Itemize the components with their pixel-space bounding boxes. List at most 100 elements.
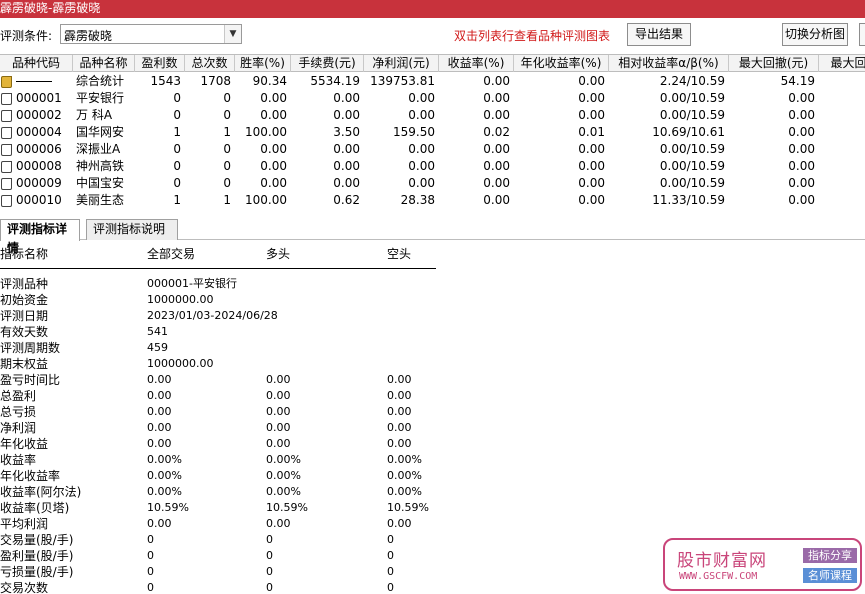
column-header-win[interactable]: 盈利数 (135, 55, 185, 72)
detail-value-short: 0.00 (387, 373, 412, 386)
row-relative: 11.33/10.59 (652, 193, 725, 207)
column-header-return[interactable]: 收益率(%) (439, 55, 514, 72)
detail-header-name: 指标名称 (0, 247, 49, 261)
row-win: 0 (173, 159, 181, 173)
detail-value-all: 0.00% (147, 453, 182, 466)
detail-indicator-name: 总亏损 (0, 405, 37, 419)
window-title: 霹雳破晓-霹雳破晓 (0, 0, 865, 18)
detail-row: 有效天数 541 (0, 324, 440, 340)
table-row[interactable]: 000002 万 科A 0 0 0.00 0.00 0.00 0.00 0.00 0.00/10.… (0, 107, 865, 124)
detail-row: 期末权益 1000000.00 (0, 356, 440, 372)
column-header-fee[interactable]: 手续费(元) (291, 55, 364, 72)
grid-header: 品种代码 品种名称 盈利数 总次数 胜率(%) 手续费(元) 净利润(元) 收益… (0, 54, 865, 72)
detail-value-long: 0 (266, 549, 273, 562)
detail-indicator-name: 年化收益率 (0, 469, 61, 483)
detail-value-short: 0.00% (387, 469, 422, 482)
row-return: 0.00 (483, 193, 510, 207)
column-header-relative[interactable]: 相对收益率α/β(%) (609, 55, 729, 72)
toolbar: 评测条件: 霹雳破晓 ▼ 双击列表行查看品种评测图表 导出结果 切换分析图 (0, 18, 865, 52)
detail-value-short: 0 (387, 581, 394, 594)
export-button[interactable]: 导出结果 (627, 23, 691, 46)
chevron-down-icon[interactable]: ▼ (224, 25, 241, 43)
detail-row: 平均利润 0.00 0.00 0.00 (0, 516, 440, 532)
condition-select[interactable]: 霹雳破晓 ▼ (60, 24, 242, 44)
detail-row: 盈利量(股/手) 0 0 0 (0, 548, 440, 564)
row-fee: 3.50 (333, 125, 360, 139)
column-header-drawdown-2[interactable]: 最大回 (819, 55, 865, 72)
row-code-cell: 000010 (0, 192, 73, 209)
row-annual: 0.00 (578, 176, 605, 190)
column-header-drawdown[interactable]: 最大回撤(元) (729, 55, 819, 72)
row-fee: 0.00 (333, 142, 360, 156)
row-name: 深振业A (76, 142, 121, 156)
row-total: 0 (223, 108, 231, 122)
column-header-net[interactable]: 净利润(元) (364, 55, 439, 72)
detail-row: 收益率(阿尔法) 0.00% 0.00% 0.00% (0, 484, 440, 500)
row-rate: 0.00 (260, 108, 287, 122)
switch-chart-button[interactable]: 切换分析图 (782, 23, 848, 46)
row-code: 000008 (16, 159, 62, 173)
logo-tag-indicator: 指标分享 (803, 548, 857, 563)
column-header-code[interactable]: 品种代码 (0, 55, 73, 72)
detail-indicator-name: 评测周期数 (0, 341, 61, 355)
row-net: 159.50 (393, 125, 435, 139)
detail-indicator-name: 亏损量(股/手) (0, 565, 74, 579)
column-header-rate[interactable]: 胜率(%) (235, 55, 291, 72)
row-drawdown: 0.00 (788, 176, 815, 190)
summary-fee: 5534.19 (310, 74, 360, 88)
row-code: 000010 (16, 193, 62, 207)
detail-row: 评测周期数 459 (0, 340, 440, 356)
detail-row: 年化收益 0.00 0.00 0.00 (0, 436, 440, 452)
row-win: 1 (173, 193, 181, 207)
detail-value-long: 0.00 (266, 421, 291, 434)
row-relative: 0.00/10.59 (659, 142, 725, 156)
table-row[interactable]: 000004 国华网安 1 1 100.00 3.50 159.50 0.02 0.01 10.6… (0, 124, 865, 141)
row-rate: 0.00 (260, 142, 287, 156)
detail-indicator-name: 收益率(贝塔) (0, 501, 70, 515)
row-total: 1 (223, 125, 231, 139)
row-name: 国华网安 (76, 125, 125, 139)
detail-value-long: 10.59% (266, 501, 308, 514)
detail-indicator-name: 交易次数 (0, 581, 49, 594)
detail-indicator-name: 净利润 (0, 421, 37, 435)
condition-label: 评测条件: (0, 29, 53, 43)
row-rate: 0.00 (260, 159, 287, 173)
row-name: 美丽生态 (76, 193, 125, 207)
detail-row: 年化收益率 0.00% 0.00% 0.00% (0, 468, 440, 484)
row-relative: 0.00/10.59 (659, 108, 725, 122)
table-row[interactable]: 000006 深振业A 0 0 0.00 0.00 0.00 0.00 0.00 0.00/10.… (0, 141, 865, 158)
column-header-total[interactable]: 总次数 (185, 55, 235, 72)
column-header-name[interactable]: 品种名称 (73, 55, 135, 72)
table-row[interactable]: 000009 中国宝安 0 0 0.00 0.00 0.00 0.00 0.00 0.00/10.… (0, 175, 865, 192)
row-code-cell: 000001 (0, 90, 73, 107)
row-annual: 0.00 (578, 108, 605, 122)
document-icon (1, 144, 12, 156)
column-header-annual[interactable]: 年化收益率(%) (514, 55, 609, 72)
detail-value-long: 0 (266, 581, 273, 594)
tab-indicator-detail[interactable]: 评测指标详情 (0, 219, 80, 255)
logo-tag-course: 名师课程 (803, 568, 857, 583)
row-code-cell: 000002 (0, 107, 73, 124)
detail-value-all: 541 (147, 325, 168, 338)
detail-indicator-name: 盈利量(股/手) (0, 549, 74, 563)
table-row[interactable]: 000001 平安银行 0 0 0.00 0.00 0.00 0.00 0.00 0.00/10.… (0, 90, 865, 107)
row-name: 万 科A (76, 108, 113, 122)
tab-indicator-description[interactable]: 评测指标说明 (86, 219, 178, 240)
row-drawdown: 0.00 (788, 91, 815, 105)
summary-row[interactable]: 综合统计 1543 1708 90.34 5534.19 139753.81 0… (0, 73, 865, 90)
detail-indicator-name: 期末权益 (0, 357, 49, 371)
detail-row: 交易次数 0 0 0 (0, 580, 440, 594)
row-code: 000009 (16, 176, 62, 190)
detail-value-short: 0 (387, 565, 394, 578)
detail-header-long: 多头 (266, 247, 291, 261)
hint-text: 双击列表行查看品种评测图表 (454, 29, 611, 43)
row-fee: 0.62 (333, 193, 360, 207)
row-annual: 0.00 (578, 91, 605, 105)
detail-indicator-name: 年化收益 (0, 437, 49, 451)
table-row[interactable]: 000010 美丽生态 1 1 100.00 0.62 28.38 0.00 0.00 11.33… (0, 192, 865, 209)
table-row[interactable]: 000008 神州高铁 0 0 0.00 0.00 0.00 0.00 0.00 0.00/10.… (0, 158, 865, 175)
extra-button[interactable] (859, 23, 865, 46)
detail-tabs: 评测指标详情 评测指标说明 (0, 217, 865, 255)
row-win: 0 (173, 176, 181, 190)
row-net: 0.00 (408, 176, 435, 190)
